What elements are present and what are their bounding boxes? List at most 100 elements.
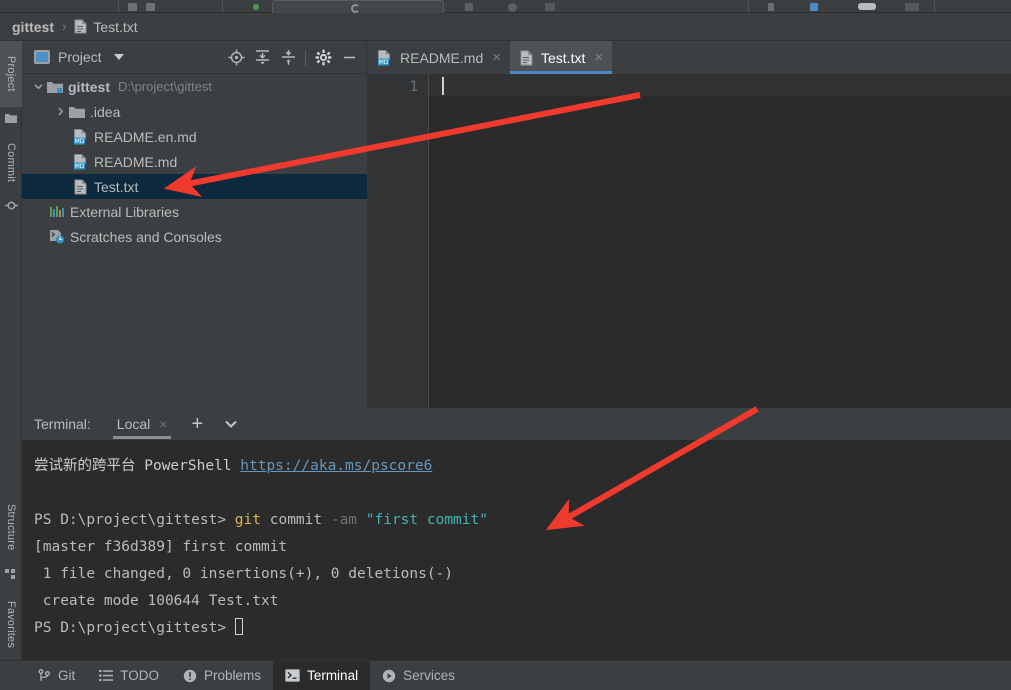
todo-list-icon [99, 669, 114, 682]
bottom-tool-window-bar: Git TODO Problems Terminal Services [0, 660, 1011, 690]
tab-readme-md[interactable]: MD README.md × [367, 41, 510, 74]
close-icon[interactable]: × [159, 416, 167, 432]
close-icon[interactable]: × [594, 50, 603, 65]
sidebar-item-project[interactable]: Project [0, 41, 22, 107]
chevron-right-icon[interactable] [52, 104, 68, 120]
tree-node-label: README.en.md [94, 128, 197, 145]
collapse-all-icon[interactable] [275, 45, 301, 71]
toolbar-icon[interactable] [905, 3, 919, 11]
tree-node-gittest[interactable]: gittest D:\project\gittest [22, 74, 367, 99]
toolbar-separator [222, 0, 223, 13]
terminal-commit-message: "first commit" [357, 512, 488, 528]
markdown-file-icon: MD [72, 128, 90, 145]
terminal-tab-local[interactable]: Local × [112, 408, 172, 441]
new-terminal-tab-button[interactable]: + [191, 414, 203, 434]
sidebar-item-structure[interactable]: Structure [0, 491, 22, 563]
svg-text:MD: MD [75, 138, 85, 145]
chevron-down-icon[interactable] [30, 79, 46, 95]
editor-area: MD README.md × Test.txt × 1 [367, 41, 1011, 408]
tree-node-idea[interactable]: .idea [22, 99, 367, 124]
sidebar-item-label: Favorites [5, 601, 17, 649]
terminal-caret [234, 618, 243, 635]
tree-node-external-libraries[interactable]: External Libraries [22, 199, 367, 224]
status-item-terminal[interactable]: Terminal [273, 660, 371, 690]
toolbar-icon[interactable] [146, 3, 155, 11]
scratches-icon [48, 229, 66, 245]
txt-file-icon [74, 19, 87, 34]
markdown-file-icon: MD [72, 153, 90, 170]
toolbar-icon[interactable] [810, 3, 818, 11]
project-tree[interactable]: gittest D:\project\gittest .idea MD READ… [22, 74, 367, 408]
tree-node-label: gittest [68, 78, 110, 95]
status-item-label: Terminal [307, 668, 359, 683]
status-item-git[interactable]: Git [26, 661, 87, 690]
terminal-notice-text: 尝试新的跨平台 PowerShell [34, 458, 241, 474]
minimize-icon[interactable] [336, 45, 362, 71]
status-item-label: Services [403, 668, 455, 683]
locate-icon[interactable] [223, 45, 249, 71]
chevron-down-icon[interactable] [113, 54, 124, 60]
toolbar-divider [305, 49, 306, 66]
libraries-icon [48, 204, 66, 220]
powershell-link[interactable]: https://aka.ms/pscore6 [240, 458, 432, 474]
status-item-problems[interactable]: Problems [171, 661, 273, 690]
status-item-todo[interactable]: TODO [87, 661, 171, 690]
terminal-prompt: PS D:\project\gittest> [34, 512, 235, 528]
tree-node-test-txt[interactable]: Test.txt [22, 174, 367, 199]
toolbar-icon[interactable] [768, 3, 774, 11]
status-item-services[interactable]: Services [370, 661, 467, 690]
tree-node-label: .idea [90, 103, 121, 120]
toolbar-icon[interactable] [545, 3, 555, 11]
breadcrumb-project[interactable]: gittest [12, 19, 54, 35]
run-button-icon[interactable] [508, 3, 517, 12]
close-icon[interactable]: × [492, 50, 501, 65]
sidebar-item-label: Project [5, 56, 17, 92]
project-tool-window: Project gittest D:\project\gittest .idea… [22, 41, 367, 408]
svg-text:MD: MD [379, 59, 389, 66]
run-configuration-selector[interactable] [272, 0, 444, 13]
terminal-title: Terminal: [34, 416, 91, 432]
expand-all-icon[interactable] [249, 45, 275, 71]
terminal-output-line: 1 file changed, 0 insertions(+), 0 delet… [34, 566, 454, 582]
toolbar-icon[interactable] [128, 3, 137, 11]
ide-window: gittest › Test.txt Project Commit Struct… [0, 0, 1011, 690]
toolbar-separator [118, 0, 119, 13]
run-indicator-icon [253, 4, 259, 10]
editor-gutter[interactable]: 1 [367, 74, 429, 408]
line-number: 1 [409, 79, 418, 95]
sidebar-item-commit[interactable]: Commit [0, 131, 22, 195]
project-panel-toolbar [223, 41, 362, 74]
tab-label: README.md [400, 49, 484, 66]
terminal-output[interactable]: 尝试新的跨平台 PowerShell https://aka.ms/pscore… [22, 441, 1011, 660]
structure-icon [5, 567, 17, 579]
tree-node-label: README.md [94, 153, 178, 170]
tree-node-scratches-and-consoles[interactable]: Scratches and Consoles [22, 224, 367, 249]
git-branch-icon [38, 668, 51, 683]
terminal-header: Terminal: Local × + [22, 408, 1011, 441]
tree-node-readme-md[interactable]: MD README.md [22, 149, 367, 174]
svg-text:MD: MD [75, 163, 85, 170]
search-icon[interactable] [858, 3, 876, 10]
tree-node-label: Test.txt [94, 178, 139, 195]
tab-test-txt[interactable]: Test.txt × [510, 41, 613, 74]
folder-icon [68, 104, 86, 120]
toolbar-icon[interactable] [465, 3, 473, 11]
tree-node-label: External Libraries [70, 203, 179, 220]
sidebar-item-label: Commit [5, 143, 17, 183]
loading-spinner-icon [351, 4, 360, 13]
sidebar-item-favorites[interactable]: Favorites [0, 589, 22, 661]
main-toolbar-cropped [0, 0, 1011, 13]
tree-node-readme-en-md[interactable]: MD README.en.md [22, 124, 367, 149]
status-item-label: TODO [120, 668, 160, 683]
chevron-down-icon[interactable] [223, 418, 239, 430]
sidebar-item-label: Structure [5, 503, 17, 551]
project-view-icon [34, 50, 50, 64]
current-line-highlight [429, 74, 1011, 96]
terminal-icon [285, 669, 300, 682]
settings-gear-icon[interactable] [310, 45, 336, 71]
editor-tab-bar: MD README.md × Test.txt × [367, 41, 1011, 74]
breadcrumb-file[interactable]: Test.txt [93, 19, 137, 35]
status-item-label: Problems [204, 668, 262, 683]
editor-text-area[interactable]: 1 [367, 74, 1011, 408]
breadcrumb: gittest › Test.txt [0, 13, 1011, 41]
